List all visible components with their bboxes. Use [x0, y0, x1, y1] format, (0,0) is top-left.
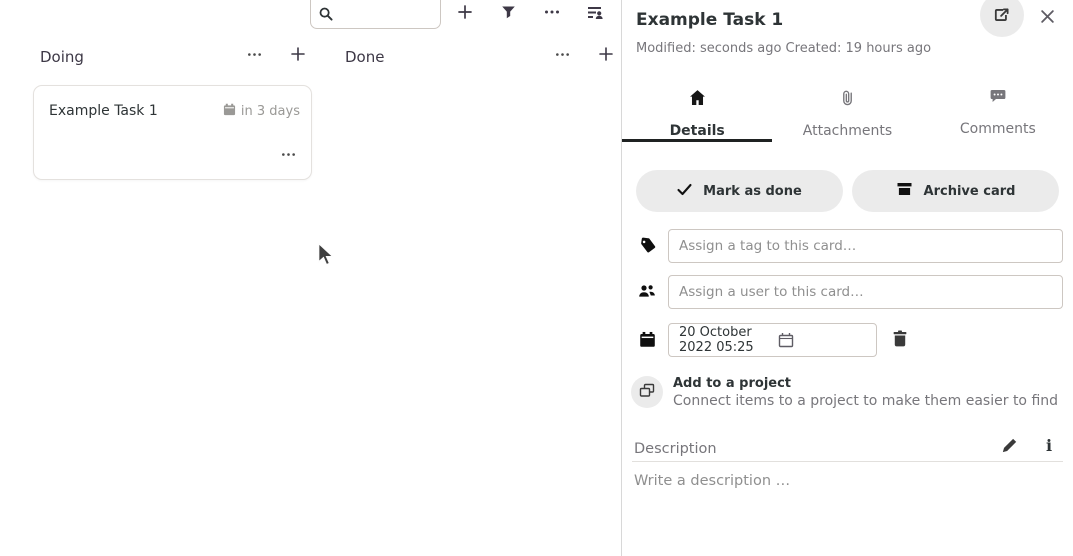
comment-icon — [990, 89, 1006, 108]
archive-card-label: Archive card — [924, 184, 1016, 199]
ellipsis-icon — [555, 47, 570, 66]
tag-icon — [639, 237, 657, 255]
description-divider — [632, 461, 1063, 462]
home-icon — [689, 89, 706, 110]
ellipsis-icon — [544, 4, 560, 24]
archive-card-button[interactable]: Archive card — [852, 170, 1059, 212]
close-icon — [1040, 9, 1055, 28]
panel-title: Example Task 1 — [636, 10, 783, 30]
info-icon: i — [1046, 438, 1052, 454]
card-title: Example Task 1 — [49, 103, 158, 119]
assigned-filter-button[interactable] — [580, 0, 610, 28]
card-due-label: in 3 days — [241, 104, 300, 119]
tag-entry — [668, 229, 1063, 263]
panel-modified-created: Modified: seconds ago Created: 19 hours … — [636, 41, 931, 56]
assign-user-input[interactable] — [669, 276, 1062, 308]
tab-attachments-label: Attachments — [803, 123, 892, 139]
open-external-icon — [993, 6, 1011, 28]
column-title-doing: Doing — [40, 48, 84, 66]
column-done-menu-button[interactable] — [551, 47, 573, 65]
search-entry[interactable] — [310, 0, 441, 29]
active-tab-underline — [622, 139, 772, 142]
search-input[interactable] — [341, 2, 437, 28]
calendar-icon — [223, 103, 236, 120]
ellipsis-icon — [247, 47, 262, 66]
users-icon — [638, 283, 656, 301]
tab-details[interactable]: Details — [622, 84, 772, 142]
panel-tabs: Details Attachments Comments — [622, 84, 1073, 142]
task-card[interactable]: Example Task 1 in 3 days — [33, 85, 312, 180]
mark-as-done-button[interactable]: Mark as done — [636, 170, 843, 212]
due-date-field[interactable]: 20 October 2022 05:25 — [668, 323, 877, 357]
due-date-value: 20 October 2022 05:25 — [679, 325, 768, 355]
board-menu-button[interactable] — [537, 0, 567, 28]
check-icon — [677, 183, 692, 200]
close-panel-button[interactable] — [1036, 7, 1058, 29]
filter-button[interactable] — [493, 0, 523, 28]
plus-icon — [290, 46, 306, 66]
mouse-cursor — [318, 243, 334, 270]
ellipsis-icon — [281, 147, 296, 166]
user-entry — [668, 275, 1063, 309]
tab-comments[interactable]: Comments — [923, 84, 1073, 142]
assigned-list-icon — [587, 4, 604, 25]
plus-icon — [457, 4, 473, 24]
description-label: Description — [634, 441, 717, 457]
mark-as-done-label: Mark as done — [703, 184, 802, 199]
tab-attachments[interactable]: Attachments — [772, 84, 922, 142]
add-card-button[interactable] — [450, 0, 480, 28]
kanban-app-window: Doing Done Example Task 1 in 3 days — [0, 0, 1073, 556]
card-menu-button[interactable] — [281, 147, 296, 166]
add-to-project-subtitle: Connect items to a project to make them … — [673, 393, 1058, 409]
pencil-icon — [1002, 437, 1018, 457]
windows-icon — [639, 383, 655, 402]
paperclip-icon — [841, 89, 854, 110]
card-due-date: in 3 days — [223, 103, 300, 120]
assign-tag-input[interactable] — [669, 230, 1062, 262]
remove-due-date-button[interactable] — [889, 329, 911, 351]
filter-icon — [501, 5, 516, 24]
calendar-picker-icon[interactable] — [778, 332, 867, 348]
open-in-window-button[interactable] — [980, 0, 1024, 37]
edit-description-button[interactable] — [1000, 437, 1020, 457]
calendar-icon — [639, 331, 657, 349]
add-to-project-button[interactable] — [631, 376, 663, 408]
search-icon — [319, 6, 333, 25]
tab-comments-label: Comments — [960, 121, 1036, 137]
tab-details-label: Details — [670, 123, 725, 139]
plus-icon — [598, 46, 614, 66]
column-doing-menu-button[interactable] — [243, 47, 265, 65]
description-textarea[interactable]: Write a description … — [634, 473, 790, 489]
column-doing-add-button[interactable] — [287, 45, 309, 67]
column-done-add-button[interactable] — [595, 45, 617, 67]
column-title-done: Done — [345, 48, 384, 66]
archive-icon — [896, 181, 913, 201]
description-info-button[interactable]: i — [1040, 436, 1058, 456]
trash-icon — [892, 330, 908, 351]
add-to-project-title: Add to a project — [673, 376, 791, 391]
